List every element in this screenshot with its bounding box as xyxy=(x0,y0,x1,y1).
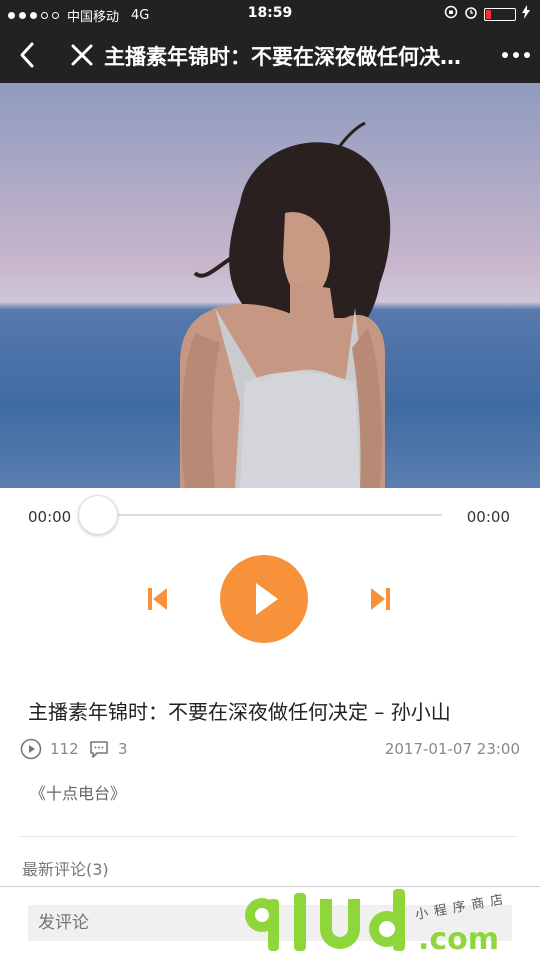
chevron-left-icon xyxy=(20,42,34,68)
total-time: 00:00 xyxy=(466,508,510,526)
page-title: 主播素年锦时：不要在深夜做任何决定 – 孙小山 xyxy=(104,45,474,69)
comment-bubble-icon xyxy=(90,741,108,758)
status-bar: 中国移动 4G 18:59 xyxy=(0,0,540,28)
play-count-value: 112 xyxy=(50,740,79,758)
divider xyxy=(20,836,516,837)
more-dot xyxy=(513,52,519,58)
episode-meta: 112 3 2017-01-07 23:00 xyxy=(20,738,520,762)
status-icons xyxy=(444,5,530,23)
play-count: 112 xyxy=(20,738,79,760)
close-icon xyxy=(71,44,93,66)
comment-count-value: 3 xyxy=(118,740,128,758)
play-circle-icon xyxy=(20,738,42,760)
previous-button[interactable] xyxy=(146,586,170,616)
audio-player: 00:00 00:00 xyxy=(0,488,540,678)
nav-bar: 主播素年锦时：不要在深夜做任何决定 – 孙小山 xyxy=(0,28,540,83)
comment-count: 3 xyxy=(88,738,128,760)
latest-comments-heading: 最新评论(3) xyxy=(22,860,109,879)
cover-image xyxy=(0,83,540,488)
rotation-lock-icon xyxy=(444,5,458,23)
close-button[interactable] xyxy=(68,40,96,70)
more-button[interactable] xyxy=(502,52,530,58)
current-time: 00:00 xyxy=(28,508,72,526)
episode-title: 主播素年锦时：不要在深夜做任何决定 – 孙小山 xyxy=(28,700,451,724)
publish-date: 2017-01-07 23:00 xyxy=(384,740,520,758)
cover-illustration xyxy=(0,83,540,488)
back-button[interactable] xyxy=(14,40,42,70)
comment-input[interactable] xyxy=(28,905,512,941)
play-button[interactable] xyxy=(220,555,308,643)
progress-track[interactable] xyxy=(96,514,442,516)
more-dot xyxy=(502,52,508,58)
play-icon xyxy=(256,583,278,615)
alarm-icon xyxy=(464,5,478,23)
source-link[interactable]: 《十点电台》 xyxy=(30,780,126,804)
skip-previous-icon xyxy=(148,588,167,610)
battery-icon xyxy=(484,7,516,21)
skip-next-icon xyxy=(371,588,390,610)
next-button[interactable] xyxy=(368,586,392,616)
more-dot xyxy=(524,52,530,58)
comment-bar xyxy=(0,886,540,960)
progress-knob[interactable] xyxy=(78,495,118,535)
charging-icon xyxy=(522,5,530,23)
